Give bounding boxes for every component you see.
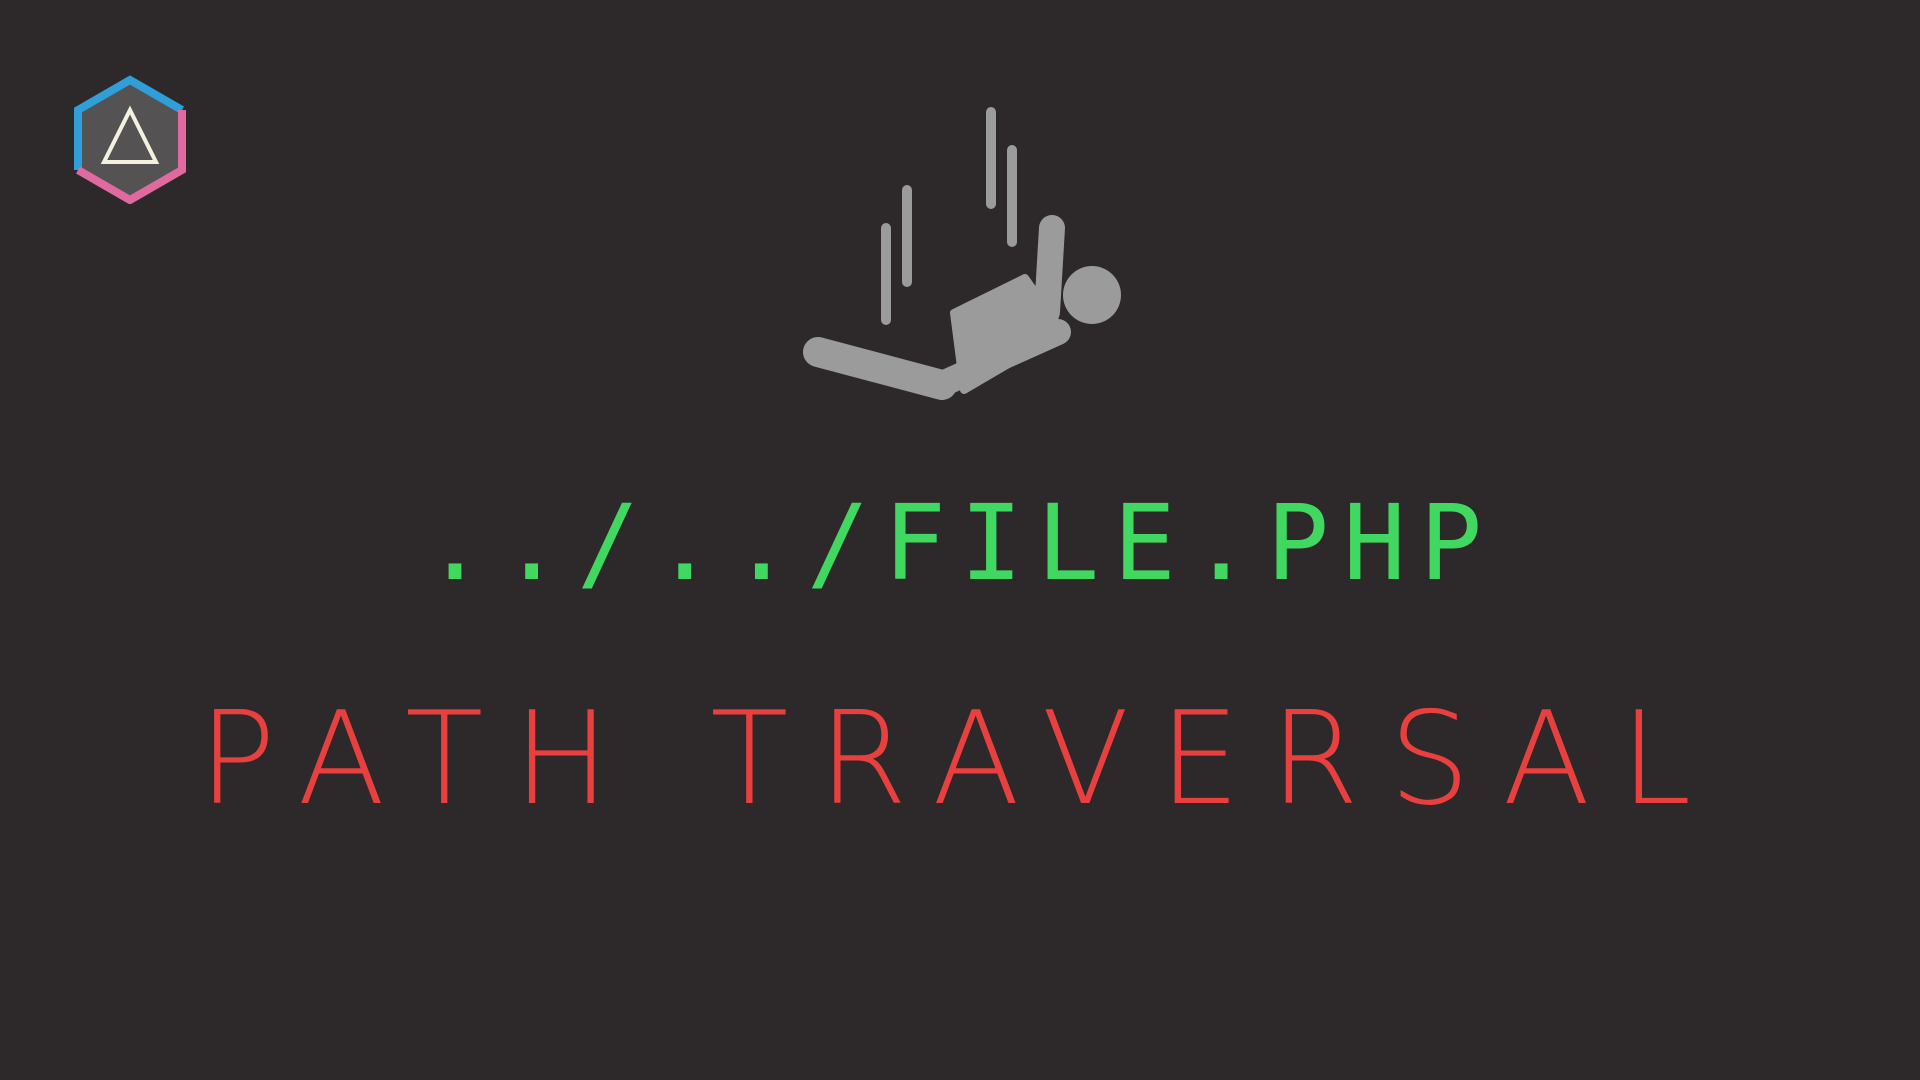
path-string-text: ../../FILE.PHP — [423, 482, 1497, 604]
hexagon-triangle-icon — [74, 75, 186, 204]
page-title: PATH TRAVERSAL — [198, 685, 1722, 834]
falling-person-icon — [803, 107, 1121, 400]
thumbnail-canvas: ../../FILE.PHP PATH TRAVERSAL — [0, 0, 1920, 1080]
